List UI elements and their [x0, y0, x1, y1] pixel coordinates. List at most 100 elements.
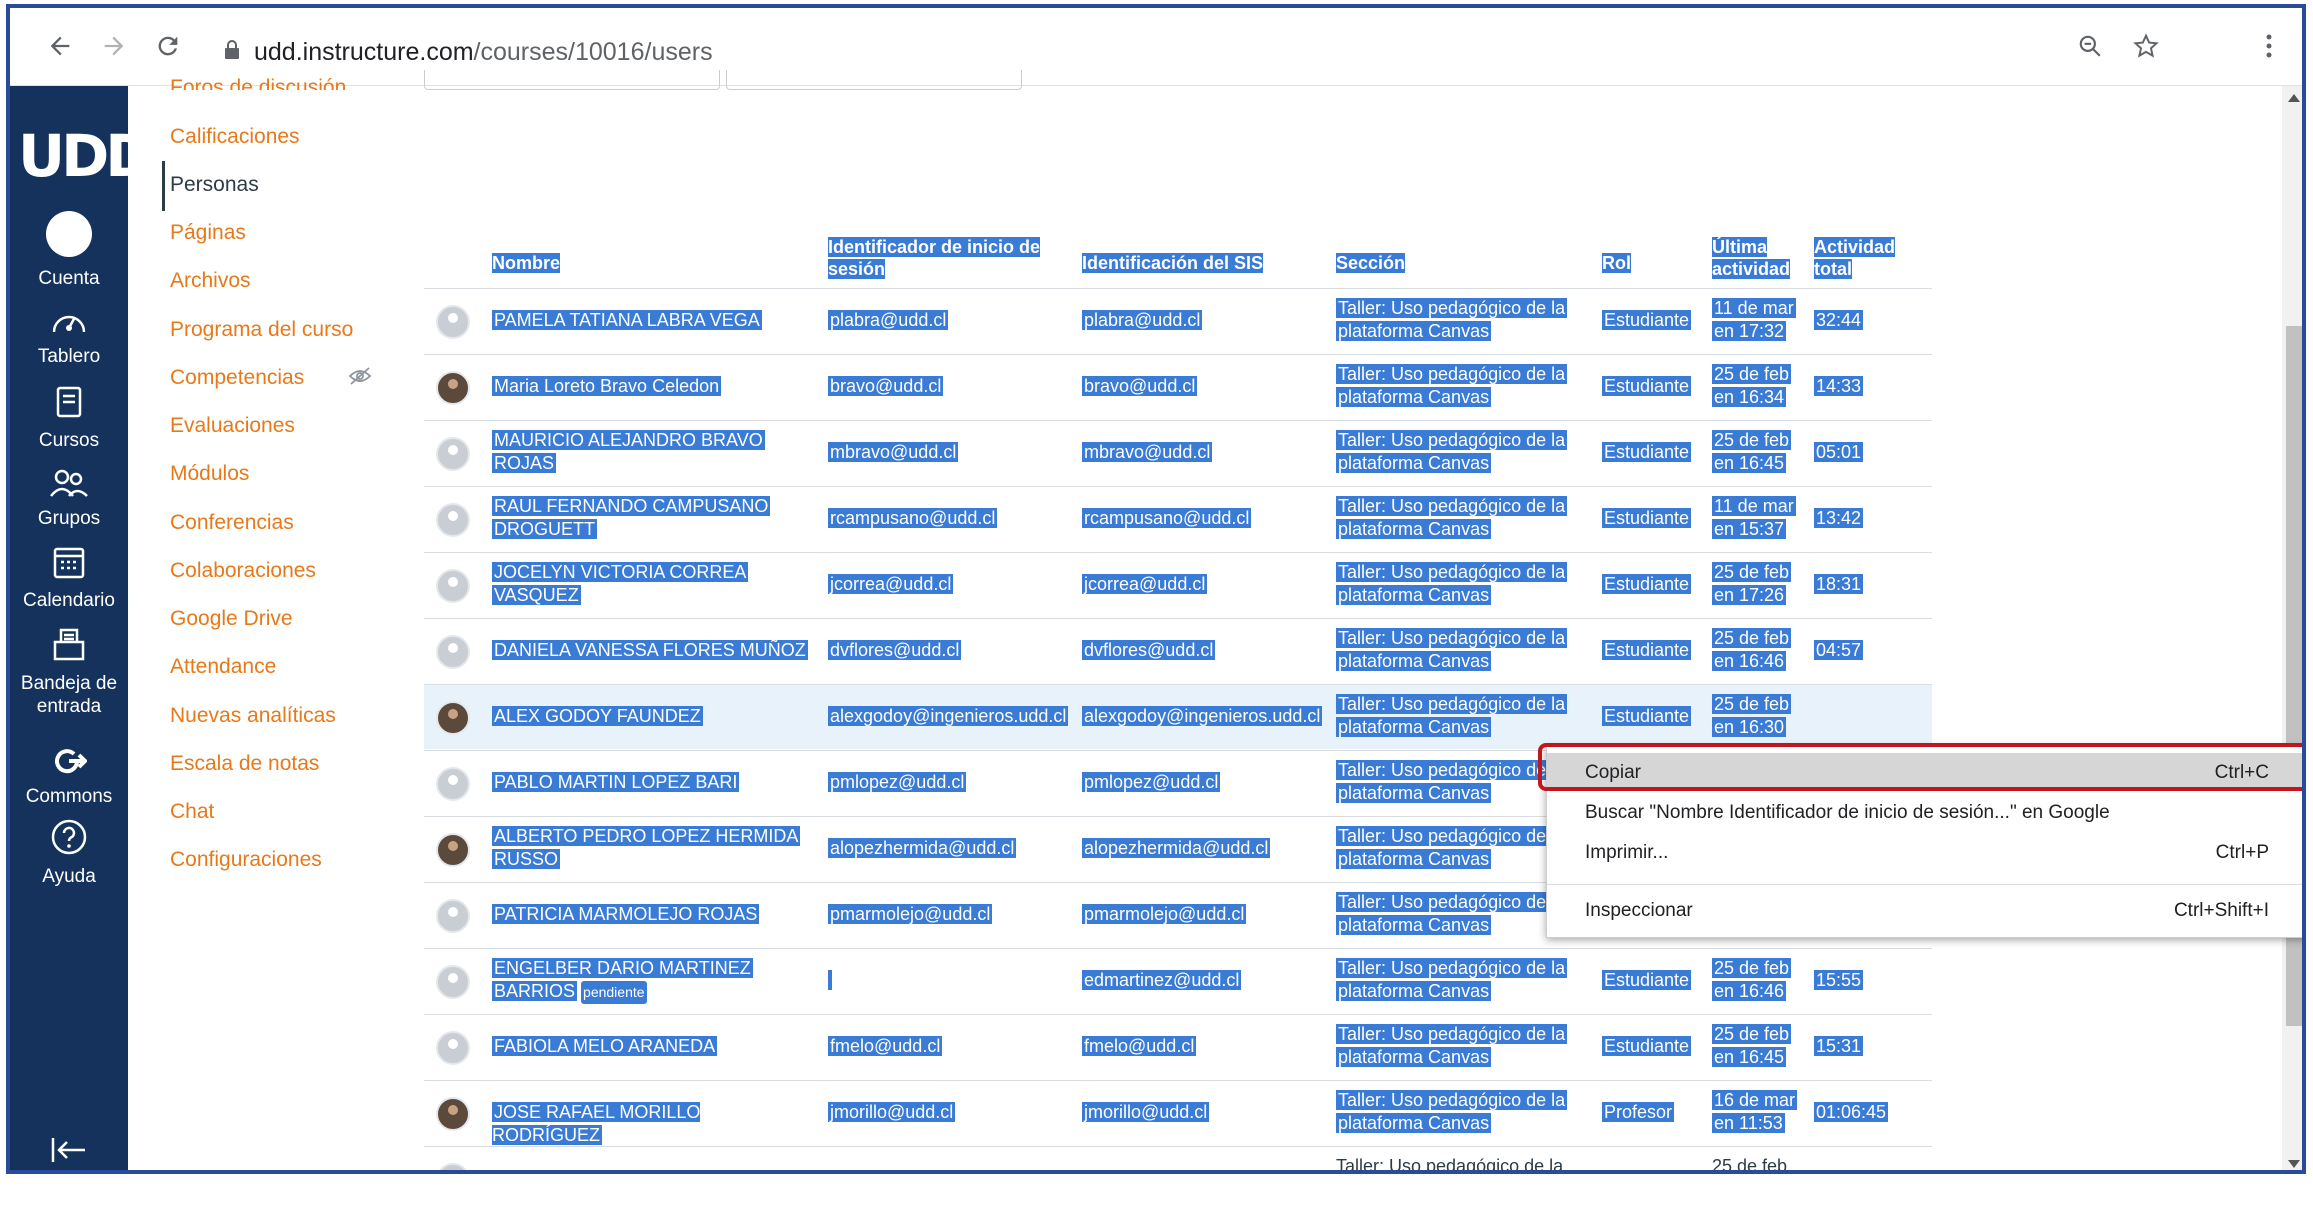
cell-name[interactable]: JOSE RAFAEL MORILLO RODRÍGUEZ	[492, 1101, 812, 1147]
table-row[interactable]: IVONNE ELIZABETH RAMIREZ ivonneramirez@ud…	[424, 1146, 1932, 1170]
back-arrow-icon[interactable]	[40, 26, 80, 66]
user-avatar[interactable]	[436, 1031, 470, 1065]
cell-section[interactable]: Taller: Uso pedagógico de laplataforma C…	[1336, 1023, 1568, 1069]
course-nav-settings[interactable]: Configuraciones	[170, 848, 322, 872]
header-login-id[interactable]: Identificador de inicio de sesión	[828, 236, 1041, 280]
udd-logo[interactable]: UDD	[18, 122, 153, 190]
cell-login-id[interactable]: jmorillo@udd.cl	[828, 1101, 956, 1124]
cell-sis-id[interactable]: ivonneramirez@udd.cl	[1082, 1167, 1261, 1170]
user-avatar[interactable]	[436, 833, 470, 867]
course-nav-google-drive[interactable]: Google Drive	[170, 607, 293, 631]
header-sis-id[interactable]: Identificación del SIS	[1082, 252, 1264, 274]
cell-role[interactable]: Estudiante	[1602, 1035, 1692, 1058]
zoom-icon[interactable]	[2070, 26, 2110, 66]
cell-name[interactable]: RAUL FERNANDO CAMPUSANO DROGUETT	[492, 495, 812, 541]
cell-login-id[interactable]: alexgodoy@ingenieros.udd.cl	[828, 705, 1069, 728]
cell-login-id[interactable]: mbravo@udd.cl	[828, 441, 959, 464]
nav-courses[interactable]: Cursos	[10, 386, 128, 452]
reload-icon[interactable]	[148, 26, 188, 66]
cell-sis-id[interactable]: bravo@udd.cl	[1082, 375, 1198, 398]
cell-name[interactable]: Maria Loreto Bravo Celedon	[492, 375, 812, 398]
cell-section[interactable]: Taller: Uso pedagógico de laplataforma C…	[1336, 759, 1568, 805]
cell-name[interactable]: DANIELA VANESSA FLORES MUÑOZ	[492, 639, 812, 662]
header-total-activity[interactable]: Actividad total	[1814, 236, 1896, 280]
course-nav-conferences[interactable]: Conferencias	[170, 511, 294, 535]
course-nav-attendance[interactable]: Attendance	[170, 655, 276, 679]
nav-inbox[interactable]: Bandeja de entrada	[10, 626, 128, 718]
course-nav-assignments[interactable]: Evaluaciones	[170, 414, 295, 438]
table-row[interactable]: Maria Loreto Bravo Celedon bravo@udd.cl br…	[424, 354, 1932, 419]
cell-name[interactable]: FABIOLA MELO ARANEDA	[492, 1035, 812, 1058]
cell-role[interactable]: Estudiante	[1602, 375, 1692, 398]
address-bar[interactable]: udd.instructure.com/courses/10016/users	[254, 38, 713, 67]
table-row[interactable]: FABIOLA MELO ARANEDA fmelo@udd.cl fmelo@ud…	[424, 1014, 1932, 1079]
user-avatar[interactable]	[436, 305, 470, 339]
forward-arrow-icon[interactable]	[94, 26, 134, 66]
cell-sis-id[interactable]: jmorillo@udd.cl	[1082, 1101, 1210, 1124]
scroll-up-arrow-icon[interactable]	[2288, 94, 2300, 102]
table-row[interactable]: RAUL FERNANDO CAMPUSANO DROGUETT rcampusan…	[424, 486, 1932, 551]
table-row[interactable]: MAURICIO ALEJANDRO BRAVO ROJAS mbravo@udd.…	[424, 420, 1932, 485]
course-nav-grades[interactable]: Calificaciones	[170, 125, 300, 149]
course-nav-files[interactable]: Archivos	[170, 269, 251, 293]
cell-login-id[interactable]: bravo@udd.cl	[828, 375, 944, 398]
cell-section[interactable]: Taller: Uso pedagógico de laplataforma C…	[1336, 495, 1568, 541]
cell-sis-id[interactable]: jcorrea@udd.cl	[1082, 573, 1208, 596]
cell-login-id[interactable]: ivonneramirez@udd.cl	[828, 1167, 1007, 1170]
cell-login-id[interactable]: pmlopez@udd.cl	[828, 771, 967, 794]
nav-help[interactable]: Ayuda	[10, 818, 128, 888]
cell-role[interactable]: Estudiante	[1602, 507, 1692, 530]
header-section[interactable]: Sección	[1336, 252, 1406, 274]
course-nav-modules[interactable]: Módulos	[170, 462, 249, 486]
bookmark-star-icon[interactable]	[2126, 26, 2166, 66]
cell-login-id[interactable]: alopezhermida@udd.cl	[828, 837, 1017, 860]
cell-section[interactable]: Taller: Uso pedagógico de laplataforma C…	[1336, 1089, 1568, 1135]
cell-login-id[interactable]: jcorrea@udd.cl	[828, 573, 954, 596]
cell-sis-id[interactable]: alopezhermida@udd.cl	[1082, 837, 1271, 860]
course-nav-syllabus[interactable]: Programa del curso	[170, 318, 353, 342]
cell-role[interactable]: Profesor	[1602, 1101, 1675, 1124]
user-avatar[interactable]	[436, 569, 470, 603]
user-avatar[interactable]	[436, 701, 470, 735]
cell-login-id[interactable]: rcampusano@udd.cl	[828, 507, 998, 530]
cell-section[interactable]: Taller: Uso pedagógico de laplataforma C…	[1336, 627, 1568, 673]
user-avatar[interactable]	[436, 1097, 470, 1131]
cell-name[interactable]: JOCELYN VICTORIA CORREA VASQUEZ	[492, 561, 812, 607]
course-nav-collaborations[interactable]: Colaboraciones	[170, 559, 316, 583]
collapse-nav-button[interactable]	[10, 1136, 128, 1170]
nav-commons[interactable]: Commons	[10, 746, 128, 808]
table-row[interactable]: DANIELA VANESSA FLORES MUÑOZ dvflores@udd…	[424, 618, 1932, 683]
user-avatar[interactable]	[436, 437, 470, 471]
cell-sis-id[interactable]: rcampusano@udd.cl	[1082, 507, 1252, 530]
header-role[interactable]: Rol	[1602, 252, 1631, 274]
cell-role[interactable]: Estudiante	[1602, 639, 1692, 662]
context-menu-search-google[interactable]: Buscar "Nombre Identificador de inicio d…	[1547, 793, 2302, 831]
nav-calendar[interactable]: Calendario	[10, 544, 128, 612]
cell-login-id[interactable]	[828, 969, 832, 992]
cell-name[interactable]: ALEX GODOY FAUNDEZ	[492, 705, 812, 728]
cell-section[interactable]: Taller: Uso pedagógico de laplataforma C…	[1336, 561, 1568, 607]
cell-role[interactable]: Estudiante	[1602, 1167, 1687, 1170]
course-nav-people[interactable]: Personas	[170, 173, 259, 197]
cell-name[interactable]: PATRICIA MARMOLEJO ROJAS	[492, 903, 812, 926]
nav-account[interactable]: Cuenta	[10, 210, 128, 290]
cell-name[interactable]: PABLO MARTIN LOPEZ BARI	[492, 771, 812, 794]
cell-name[interactable]: ALBERTO PEDRO LOPEZ HERMIDA RUSSO	[492, 825, 812, 871]
cell-role[interactable]: Estudiante	[1602, 705, 1692, 728]
cell-login-id[interactable]: pmarmolejo@udd.cl	[828, 903, 993, 926]
cell-sis-id[interactable]: alexgodoy@ingenieros.udd.cl	[1082, 705, 1323, 728]
page-scrollbar[interactable]	[2282, 86, 2302, 1170]
cell-login-id[interactable]: dvflores@udd.cl	[828, 639, 962, 662]
cell-name[interactable]: ENGELBER DARIO MARTINEZ BARRIOS pendiente	[492, 957, 812, 1004]
search-input-partial[interactable]	[424, 70, 720, 90]
cell-section[interactable]: Taller: Uso pedagógico de laplataforma C…	[1336, 693, 1568, 739]
role-select-partial[interactable]	[726, 70, 1022, 90]
cell-sis-id[interactable]: dvflores@udd.cl	[1082, 639, 1216, 662]
course-nav-pages[interactable]: Páginas	[170, 221, 246, 245]
cell-section[interactable]: Taller: Uso pedagógico de laplataforma C…	[1336, 297, 1568, 343]
header-name[interactable]: Nombre	[492, 252, 561, 274]
cell-login-id[interactable]: plabra@udd.cl	[828, 309, 949, 332]
cell-section[interactable]: Taller: Uso pedagógico de laplataforma C…	[1336, 363, 1568, 409]
user-avatar[interactable]	[436, 503, 470, 537]
course-nav-analytics[interactable]: Nuevas analíticas	[170, 704, 336, 728]
